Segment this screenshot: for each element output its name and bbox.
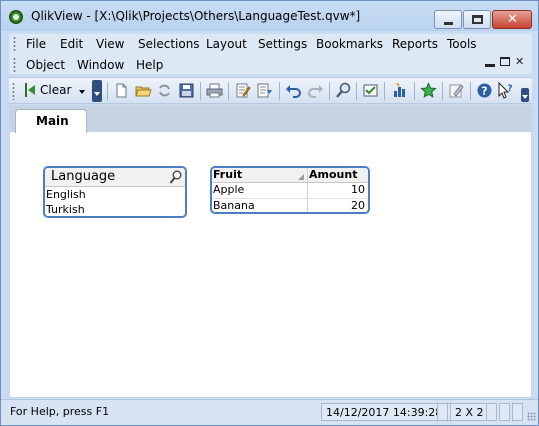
select-fields-icon[interactable] xyxy=(362,82,379,99)
chart-wizard-icon[interactable] xyxy=(392,82,409,99)
qlikview-app-icon[interactable] xyxy=(9,10,23,24)
open-folder-icon[interactable] xyxy=(135,82,152,99)
toolbar-grip-handle[interactable] xyxy=(12,82,15,100)
menu-view[interactable]: View xyxy=(96,37,124,51)
toolbar-end-overflow[interactable] xyxy=(521,88,529,102)
tab-main[interactable]: Main xyxy=(15,109,87,133)
chevron-down-icon[interactable] xyxy=(79,90,85,94)
clear-back-icon xyxy=(25,83,35,97)
sheet-area: Main Language English Turkish Fruit Amou… xyxy=(9,105,532,398)
new-document-icon[interactable] xyxy=(113,82,130,99)
toolbar-separator xyxy=(329,82,330,100)
language-listbox[interactable]: Language English Turkish xyxy=(43,166,187,218)
toolbar-separator xyxy=(107,82,108,100)
menu-layout[interactable]: Layout xyxy=(206,37,247,51)
column-header-fruit[interactable]: Fruit xyxy=(212,168,307,183)
listbox-item[interactable]: Turkish xyxy=(45,203,185,216)
redo-icon[interactable] xyxy=(307,82,324,99)
mdi-minimize-icon[interactable] xyxy=(485,64,495,67)
toolbar: Clear ? ? xyxy=(9,77,532,104)
reload-script-icon[interactable] xyxy=(256,82,273,99)
sort-indicator-icon xyxy=(298,174,304,180)
listbox-item[interactable]: English xyxy=(45,188,185,203)
window-title: QlikView - [X:\Qlik\Projects\Others\Lang… xyxy=(31,9,361,23)
toolbar-separator xyxy=(442,82,443,100)
sheet-tab-strip: Main xyxy=(10,106,531,133)
search-icon[interactable] xyxy=(169,170,182,184)
menu-file[interactable]: File xyxy=(26,37,46,51)
menu-selections[interactable]: Selections xyxy=(138,37,200,51)
menu-bookmarks[interactable]: Bookmarks xyxy=(316,37,383,51)
mdi-restore-icon[interactable] xyxy=(500,57,510,66)
bookmark-star-icon[interactable] xyxy=(420,82,437,99)
minimize-button[interactable] xyxy=(434,10,462,29)
save-icon[interactable] xyxy=(178,82,195,99)
clear-button-label: Clear xyxy=(40,83,72,97)
status-bar: For Help, press F1 14/12/2017 14:39:28* … xyxy=(1,399,538,425)
edit-script-icon[interactable] xyxy=(234,82,251,99)
table-cell-fruit[interactable]: Banana xyxy=(212,199,307,212)
toolbar-overflow-button[interactable] xyxy=(92,80,102,102)
tab-main-label: Main xyxy=(36,114,69,128)
design-edit-icon[interactable] xyxy=(448,82,465,99)
close-icon: ✕ xyxy=(507,12,518,27)
print-icon[interactable] xyxy=(206,82,223,99)
context-help-icon[interactable]: ? xyxy=(497,82,514,99)
toolbar-separator xyxy=(414,82,415,100)
menu-help[interactable]: Help xyxy=(136,58,163,72)
status-indicator xyxy=(486,403,497,421)
listbox-caption[interactable]: Language xyxy=(45,168,185,187)
close-button[interactable]: ✕ xyxy=(492,10,532,29)
clear-button[interactable]: Clear xyxy=(23,81,87,101)
menu-bar: File Edit View Selections Layout Setting… xyxy=(9,34,532,74)
status-help-text: For Help, press F1 xyxy=(10,405,110,418)
column-header-amount[interactable]: Amount xyxy=(308,168,368,183)
svg-text:?: ? xyxy=(481,85,487,98)
help-icon[interactable]: ? xyxy=(476,82,493,99)
menu-edit[interactable]: Edit xyxy=(60,37,83,51)
menu-settings[interactable]: Settings xyxy=(258,37,307,51)
toolbar-separator xyxy=(384,82,385,100)
fruit-table[interactable]: Fruit Amount Apple 10 Banana 20 xyxy=(210,166,370,214)
status-indicator xyxy=(437,403,448,421)
minimize-icon xyxy=(444,22,453,25)
app-window: QlikView - [X:\Qlik\Projects\Others\Lang… xyxy=(0,0,539,426)
menu-window[interactable]: Window xyxy=(77,58,124,72)
menu-object[interactable]: Object xyxy=(26,58,65,72)
table-cell-amount[interactable]: 20 xyxy=(308,199,368,212)
mdi-close-icon[interactable]: ✕ xyxy=(515,55,524,68)
toolbar-separator xyxy=(470,82,471,100)
toolbar-separator xyxy=(356,82,357,100)
maximize-button[interactable] xyxy=(463,10,491,29)
reload-icon[interactable] xyxy=(156,82,173,99)
status-timestamp: 14/12/2017 14:39:28* xyxy=(321,403,453,421)
maximize-icon xyxy=(472,15,483,24)
toolbar-separator xyxy=(279,82,280,100)
table-cell-fruit[interactable]: Apple xyxy=(212,183,307,198)
listbox-title: Language xyxy=(51,169,116,184)
undo-icon[interactable] xyxy=(285,82,302,99)
title-bar: QlikView - [X:\Qlik\Projects\Others\Lang… xyxy=(1,1,538,31)
toolbar-separator xyxy=(228,82,229,100)
menu-grip-handle-2[interactable] xyxy=(13,57,16,73)
menu-tools[interactable]: Tools xyxy=(447,37,477,51)
menu-reports[interactable]: Reports xyxy=(392,37,438,51)
status-dimensions: 2 X 2 xyxy=(450,403,489,421)
table-cell-amount[interactable]: 10 xyxy=(308,183,368,198)
status-indicator xyxy=(512,403,523,421)
search-icon[interactable] xyxy=(335,82,352,99)
menu-grip-handle[interactable] xyxy=(13,36,16,52)
status-indicator xyxy=(499,403,510,421)
toolbar-separator xyxy=(200,82,201,100)
svg-text:?: ? xyxy=(507,84,512,94)
resize-grip-icon[interactable] xyxy=(527,412,536,421)
